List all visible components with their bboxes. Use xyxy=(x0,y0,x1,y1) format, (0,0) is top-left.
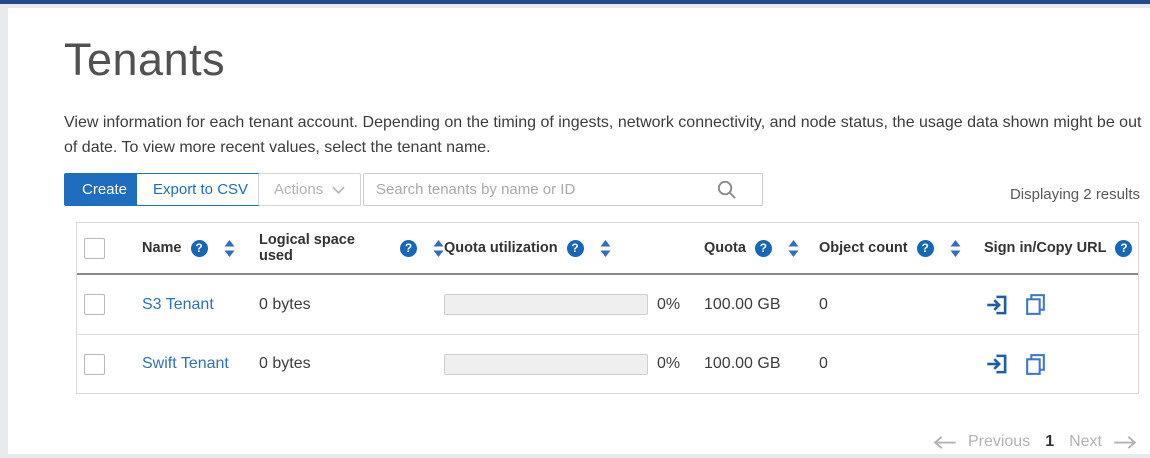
sign-in-icon[interactable] xyxy=(984,292,1010,318)
sort-icon[interactable] xyxy=(950,240,961,257)
search-box xyxy=(363,173,763,206)
logical-space-used-value: 0 bytes xyxy=(259,296,444,314)
quota-utilization-percent: 0% xyxy=(657,355,680,373)
quota-value: 100.00 GB xyxy=(704,355,819,373)
column-header-quota: Quota xyxy=(704,240,746,256)
logical-space-used-value: 0 bytes xyxy=(259,355,444,373)
column-header-name: Name xyxy=(142,240,182,256)
help-icon[interactable]: ? xyxy=(567,240,584,257)
row-checkbox[interactable] xyxy=(84,354,105,375)
current-page[interactable]: 1 xyxy=(1041,433,1058,451)
top-accent-bar xyxy=(0,0,1150,4)
chevron-down-icon xyxy=(332,186,345,194)
search-input[interactable] xyxy=(363,173,763,206)
page-title: Tenants xyxy=(64,34,225,86)
sort-icon[interactable] xyxy=(788,240,799,257)
quota-utilization-percent: 0% xyxy=(657,296,680,314)
next-arrow-icon[interactable] xyxy=(1113,435,1138,450)
search-icon[interactable] xyxy=(715,178,738,206)
select-all-checkbox[interactable] xyxy=(84,238,105,259)
page-description: View information for each tenant account… xyxy=(64,110,1142,160)
table-header-row: Name ? Logical space used ? Quota utiliz… xyxy=(77,223,1138,275)
previous-button[interactable]: Previous xyxy=(968,433,1030,451)
sign-in-icon[interactable] xyxy=(984,351,1010,377)
actions-dropdown-button[interactable]: Actions xyxy=(258,173,361,206)
sort-icon[interactable] xyxy=(433,240,444,257)
actions-label: Actions xyxy=(274,181,323,198)
help-icon[interactable]: ? xyxy=(917,240,934,257)
pagination: Previous 1 Next xyxy=(932,426,1138,458)
previous-arrow-icon[interactable] xyxy=(932,435,957,450)
help-icon[interactable]: ? xyxy=(755,240,772,257)
sort-icon[interactable] xyxy=(600,240,611,257)
column-header-logical-space: Logical space used xyxy=(259,232,391,264)
column-header-quota-utilization: Quota utilization xyxy=(444,240,558,256)
main-panel: Tenants View information for each tenant… xyxy=(8,8,1150,454)
object-count-value: 0 xyxy=(819,355,974,373)
help-icon[interactable]: ? xyxy=(1115,240,1132,257)
quota-utilization-bar xyxy=(444,354,648,375)
help-icon[interactable]: ? xyxy=(400,240,417,257)
next-button[interactable]: Next xyxy=(1069,433,1102,451)
tenant-name-link[interactable]: Swift Tenant xyxy=(142,355,229,372)
column-header-signin-copy-url: Sign in/Copy URL xyxy=(984,240,1106,256)
copy-url-icon[interactable] xyxy=(1023,292,1048,317)
table-row: Swift Tenant 0 bytes 0% 100.00 GB 0 xyxy=(77,334,1138,393)
quota-utilization-bar xyxy=(444,294,648,315)
create-button[interactable]: Create xyxy=(64,173,145,206)
sort-icon[interactable] xyxy=(224,240,235,257)
export-csv-button[interactable]: Export to CSV xyxy=(136,173,265,206)
object-count-value: 0 xyxy=(819,296,974,314)
tenant-name-link[interactable]: S3 Tenant xyxy=(142,296,214,313)
quota-value: 100.00 GB xyxy=(704,296,819,314)
tenants-table: Name ? Logical space used ? Quota utiliz… xyxy=(76,222,1139,394)
table-row: S3 Tenant 0 bytes 0% 100.00 GB 0 xyxy=(77,275,1138,334)
row-checkbox[interactable] xyxy=(84,294,105,315)
copy-url-icon[interactable] xyxy=(1023,352,1048,377)
help-icon[interactable]: ? xyxy=(191,240,208,257)
results-count: Displaying 2 results xyxy=(1010,186,1140,203)
column-header-object-count: Object count xyxy=(819,240,908,256)
